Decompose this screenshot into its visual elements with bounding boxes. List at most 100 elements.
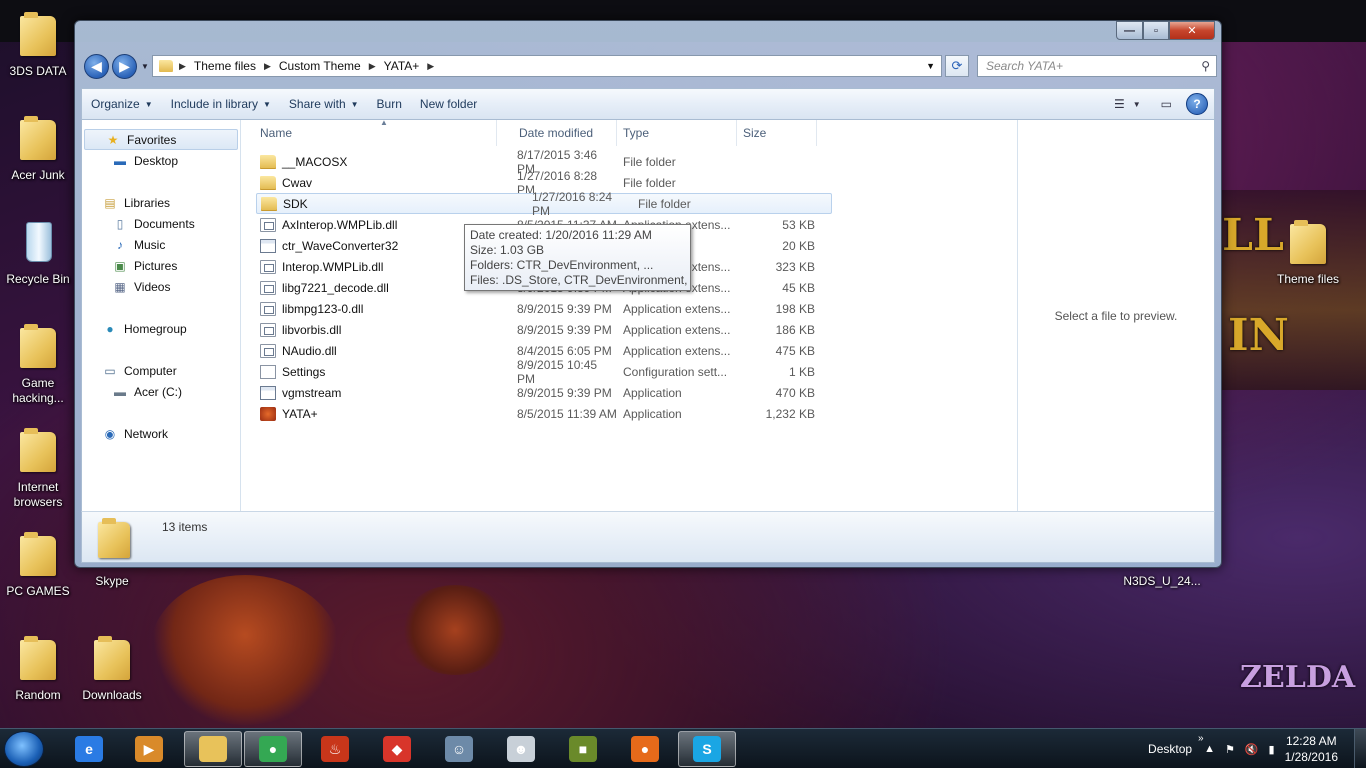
file-row[interactable]: NAudio.dll 8/4/2015 6:05 PM Application ex… — [242, 340, 1017, 361]
file-name: vgmstream — [282, 385, 342, 400]
show-hidden-icons-icon[interactable]: ▲ — [1204, 743, 1215, 755]
file-row[interactable]: SDK 1/27/2016 8:24 PM File folder — [256, 190, 832, 218]
taskbar-app-button[interactable] — [184, 731, 242, 767]
sidebar-item-music[interactable]: ♪ Music — [82, 234, 240, 255]
sidebar-item-videos[interactable]: ▦ Videos — [82, 276, 240, 297]
sidebar-item-libraries[interactable]: ▤ Libraries — [82, 192, 240, 213]
share-with-button[interactable]: Share with ▼ — [280, 92, 368, 116]
taskbar-app-button[interactable]: ☻ — [492, 731, 550, 767]
sidebar-item-network[interactable]: ◉ Network — [82, 423, 240, 444]
taskbar-app-button[interactable]: ● — [244, 731, 302, 767]
desktop-icon-recycle-bin[interactable]: Recycle Bin — [0, 216, 76, 287]
action-center-icon[interactable]: ⚑ — [1225, 743, 1235, 756]
sidebar-item-pictures[interactable]: ▣ Pictures — [82, 255, 240, 276]
taskbar-app-button[interactable]: ● — [616, 731, 674, 767]
include-in-library-button[interactable]: Include in library ▼ — [162, 92, 280, 116]
media-player-icon: ▶ — [135, 736, 163, 762]
clock-date: 1/28/2016 — [1284, 750, 1338, 764]
desktop-icon-3ds-data[interactable]: 3DS DATA — [0, 8, 76, 79]
sidebar-item-label: Music — [134, 237, 166, 252]
column-header-type[interactable]: Type — [617, 120, 737, 146]
file-type: Configuration sett... — [623, 364, 728, 379]
file-row[interactable]: vgmstream 8/9/2015 9:39 PM Application 470 … — [242, 382, 1017, 403]
sidebar-item-documents[interactable]: ▯ Documents — [82, 213, 240, 234]
sidebar-item-desktop[interactable]: ▬ Desktop — [82, 150, 240, 171]
sidebar-item-homegroup[interactable]: ● Homegroup — [82, 318, 240, 339]
help-icon[interactable]: ? — [1186, 93, 1208, 115]
chevron-right-icon[interactable]: ▶ — [427, 61, 434, 72]
desktop-icon-label: N3DS_U_24... — [1123, 574, 1201, 588]
desktop-icon-pc-games[interactable]: PC GAMES — [0, 528, 76, 599]
close-button[interactable]: ✕ — [1169, 21, 1215, 40]
taskbar-app-button[interactable]: ■ — [554, 731, 612, 767]
folder-file-icon — [260, 154, 276, 169]
chevron-down-icon: ▼ — [263, 99, 271, 109]
preview-pane-icon[interactable]: ▭ — [1155, 93, 1178, 115]
file-type: Application — [623, 406, 682, 421]
address-bar[interactable]: ▶ Theme files ▶ Custom Theme ▶ YATA+ ▶ ▼ — [152, 55, 942, 77]
back-button[interactable]: ◀ — [84, 54, 109, 79]
desktop-toolbar-label[interactable]: Desktop — [1148, 742, 1192, 756]
file-type: Application extens... — [623, 322, 731, 337]
taskbar-app-button[interactable]: ▶ — [120, 731, 178, 767]
burn-button[interactable]: Burn — [368, 92, 411, 116]
search-placeholder: Search YATA+ — [986, 59, 1064, 73]
column-header-label: Size — [743, 126, 767, 140]
desktop-icon-label: 3DS DATA — [9, 64, 67, 78]
wallpaper-decoration — [150, 575, 340, 725]
robot-app-icon: ☺ — [445, 736, 473, 762]
sort-arrow-icon: ▲ — [380, 118, 388, 127]
new-folder-button[interactable]: New folder — [411, 92, 486, 116]
breadcrumb-item[interactable]: YATA+ — [384, 59, 420, 73]
column-header-name[interactable]: Name ▲ — [242, 118, 497, 146]
address-dropdown-icon[interactable]: ▼ — [926, 61, 935, 71]
network-icon: ◉ — [104, 426, 116, 441]
desktop-icon-internet-browsers[interactable]: Internet browsers — [0, 424, 76, 510]
refresh-button[interactable]: ⟳ — [945, 55, 969, 77]
desktop-icon-n3ds[interactable]: N3DS_U_24... — [1120, 574, 1204, 589]
toolbar-chevron-icon[interactable]: » — [1198, 733, 1204, 744]
desktop-icon-acer-junk[interactable]: Acer Junk — [0, 112, 76, 183]
chevron-right-icon[interactable]: ▶ — [179, 61, 186, 72]
file-row[interactable]: __MACOSX 8/17/2015 3:46 PM File folder — [242, 148, 1017, 176]
music-icon: ♪ — [117, 237, 123, 252]
chevron-down-icon: ▼ — [350, 99, 359, 109]
file-row[interactable]: YATA+ 8/5/2015 11:39 AM Application 1,232 K… — [242, 403, 1017, 424]
search-input[interactable]: Search YATA+ ⚲ — [977, 55, 1217, 77]
breadcrumb-item[interactable]: Custom Theme — [279, 59, 361, 73]
forward-button[interactable]: ▶ — [112, 54, 137, 79]
search-icon[interactable]: ⚲ — [1201, 59, 1210, 73]
minimize-button[interactable]: — — [1116, 21, 1143, 40]
flame-app-icon: ♨ — [321, 736, 349, 762]
maximize-button[interactable]: ▫ — [1143, 21, 1169, 40]
desktop-icon-downloads[interactable]: Downloads — [74, 632, 150, 703]
organize-button[interactable]: Organize ▼ — [82, 92, 162, 116]
desktop-icon-theme-files[interactable]: Theme files — [1270, 216, 1346, 287]
desktop-icon-skype[interactable]: Skype — [74, 574, 150, 589]
show-desktop-button[interactable] — [1354, 729, 1366, 768]
file-row[interactable]: libvorbis.dll 8/9/2015 9:39 PM Application… — [242, 319, 1017, 340]
desktop-icon-random[interactable]: Random — [0, 632, 76, 703]
taskbar-app-button[interactable]: ♨ — [306, 731, 364, 767]
taskbar-app-button[interactable]: e — [60, 731, 118, 767]
view-options-icon[interactable]: ☰ ▼ — [1108, 93, 1147, 115]
taskbar-app-button[interactable]: ☺ — [430, 731, 488, 767]
sidebar-item-favorites[interactable]: ★ Favorites — [84, 129, 238, 150]
taskbar-app-button[interactable]: ◆ — [368, 731, 426, 767]
sidebar-item-computer[interactable]: ▭ Computer — [82, 360, 240, 381]
taskbar-app-button[interactable]: S — [678, 731, 736, 767]
desktop-icon-game-hacking[interactable]: Game hacking... — [0, 320, 76, 406]
column-header-date-modified[interactable]: Date modified — [497, 120, 617, 146]
clock[interactable]: 12:28 AM 1/28/2016 — [1285, 733, 1338, 765]
network-signal-icon[interactable]: ▮ — [1269, 743, 1275, 756]
recent-pages-dropdown[interactable]: ▼ — [141, 62, 149, 71]
volume-icon[interactable]: 🔇 — [1245, 743, 1259, 756]
sidebar-item-acer-c[interactable]: ▬ Acer (C:) — [82, 381, 240, 402]
file-row[interactable]: libmpg123-0.dll 8/9/2015 9:39 PM Applicati… — [242, 298, 1017, 319]
file-row[interactable]: Settings 8/9/2015 10:45 PM Configuration s… — [242, 358, 1017, 386]
column-header-size[interactable]: Size — [737, 120, 817, 146]
breadcrumb-item[interactable]: Theme files — [194, 59, 256, 73]
chevron-right-icon[interactable]: ▶ — [369, 61, 376, 72]
chevron-right-icon[interactable]: ▶ — [264, 61, 271, 72]
start-button[interactable] — [4, 731, 44, 767]
